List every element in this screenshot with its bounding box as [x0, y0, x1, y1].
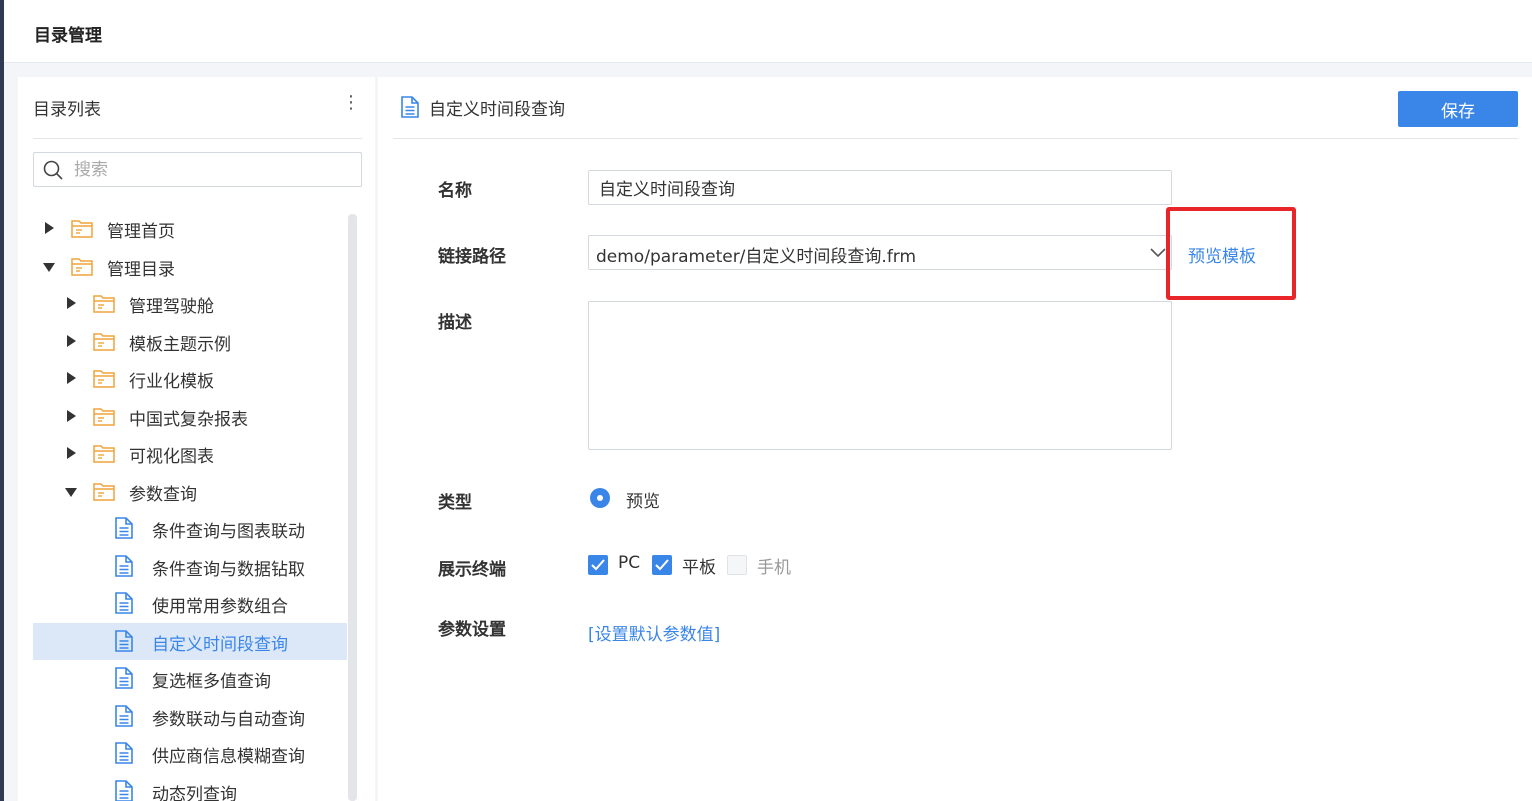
chevron-down-icon[interactable]	[1149, 244, 1167, 262]
type-option-label: 预览	[626, 492, 660, 512]
document-icon	[115, 667, 133, 689]
tree-folder-item[interactable]: 管理驾驶舱	[33, 285, 347, 322]
page-title: 目录管理	[34, 26, 102, 46]
document-icon	[115, 704, 133, 727]
detail-title: 自定义时间段查询	[429, 100, 565, 120]
terminal-label: 展示终端	[438, 560, 506, 580]
caret-right-icon[interactable]	[67, 297, 76, 309]
document-icon	[115, 629, 133, 652]
tree-folder-item[interactable]: 模板主题示例	[33, 323, 347, 360]
directory-panel: 目录列表 ⋮ 管理首页管理目录管理驾驶舱模板主题示例行业化模板中国式复杂报表可视…	[18, 77, 375, 801]
name-input[interactable]	[588, 170, 1172, 205]
tree-scrollbar[interactable]	[348, 214, 357, 801]
search-box[interactable]	[33, 152, 362, 187]
tree-folder-item[interactable]: 行业化模板	[33, 360, 347, 397]
search-icon	[43, 160, 63, 180]
directory-tree: 管理首页管理目录管理驾驶舱模板主题示例 行业化模板中国式复杂报表 可视化图表参数查询…	[33, 210, 347, 801]
detail-panel: 自定义时间段查询 保存 名称 链接路径 demo/parameter/自定义时间…	[378, 77, 1532, 801]
document-icon	[115, 742, 133, 764]
folder-icon	[93, 295, 115, 313]
document-icon	[115, 592, 133, 614]
checkbox-mobile[interactable]	[727, 555, 747, 575]
tree-folder-item[interactable]: 可视化图表	[33, 435, 347, 472]
caret-right-icon[interactable]	[67, 447, 76, 459]
folder-icon	[93, 482, 115, 501]
tree-item-label: 条件查询与数据钻取	[152, 559, 305, 580]
tree-file-item[interactable]: 供应商信息模糊查询	[33, 735, 347, 772]
folder-icon	[71, 257, 93, 276]
tree-file-item[interactable]: 复选框多值查询	[33, 660, 347, 697]
check-icon	[655, 559, 669, 571]
tree-file-item[interactable]: 参数联动与自动查询	[33, 698, 347, 735]
checkbox-pc[interactable]	[588, 555, 608, 575]
terminal-pc-label: PC	[618, 553, 641, 573]
document-icon	[115, 779, 133, 801]
folder-icon	[93, 370, 115, 388]
path-select-value: demo/parameter/自定义时间段查询.frm	[596, 247, 917, 267]
name-label: 名称	[438, 181, 472, 201]
tree-item-label: 模板主题示例	[129, 334, 231, 355]
caret-down-icon[interactable]	[43, 262, 55, 272]
set-default-params-link[interactable]: [设置默认参数值]	[588, 620, 720, 645]
tree-folder-item[interactable]: 参数查询	[33, 473, 347, 510]
caret-right-icon[interactable]	[67, 334, 76, 347]
path-label: 链接路径	[438, 247, 506, 267]
tree-file-item[interactable]: 条件查询与图表联动	[33, 510, 347, 547]
tree-item-label: 管理驾驶舱	[129, 297, 214, 317]
check-icon	[591, 559, 605, 571]
description-label: 描述	[438, 313, 472, 333]
tree-item-label: 参数查询	[129, 484, 197, 505]
tree-folder-item[interactable]: 中国式复杂报表	[33, 398, 347, 435]
more-options-icon[interactable]: ⋮	[342, 93, 360, 113]
checkbox-tablet[interactable]	[652, 555, 672, 575]
folder-icon	[93, 407, 115, 426]
preview-template-link[interactable]: 预览模板	[1188, 242, 1256, 267]
tree-folder-item[interactable]: 管理首页	[33, 210, 347, 247]
tree-item-label: 可视化图表	[129, 447, 214, 467]
caret-down-icon[interactable]	[65, 487, 77, 497]
terminal-tablet-label: 平板	[682, 558, 716, 578]
tree-item-label: 中国式复杂报表	[129, 409, 248, 430]
terminal-mobile-label: 手机	[757, 558, 791, 578]
tree-item-label: 自定义时间段查询	[152, 634, 288, 655]
directory-list-title: 目录列表	[33, 100, 101, 120]
document-icon	[115, 517, 133, 539]
params-label: 参数设置	[438, 620, 506, 640]
tree-item-label: 使用常用参数组合	[152, 597, 288, 617]
caret-right-icon[interactable]	[45, 222, 54, 234]
tree-file-item[interactable]: 条件查询与数据钻取	[33, 548, 347, 585]
tree-item-label: 动态列查询	[152, 784, 237, 801]
description-textarea[interactable]	[588, 301, 1172, 450]
folder-icon	[93, 332, 115, 351]
search-input[interactable]	[74, 158, 344, 182]
tree-item-label: 供应商信息模糊查询	[152, 747, 305, 767]
folder-icon	[93, 445, 115, 463]
tree-item-label: 管理目录	[107, 259, 175, 280]
tree-item-label: 条件查询与图表联动	[152, 522, 305, 542]
tree-item-label: 行业化模板	[129, 372, 214, 392]
type-radio-preview[interactable]	[590, 488, 610, 508]
path-select[interactable]: demo/parameter/自定义时间段查询.frm	[588, 235, 1172, 270]
save-button[interactable]: 保存	[1398, 91, 1518, 127]
tree-file-item[interactable]: 动态列查询	[33, 773, 347, 801]
caret-right-icon[interactable]	[67, 372, 76, 384]
top-bar: 目录管理	[4, 0, 1532, 63]
app-sidebar-edge	[0, 0, 4, 801]
tree-item-label: 参数联动与自动查询	[152, 709, 305, 730]
folder-icon	[71, 220, 93, 238]
tree-item-label: 复选框多值查询	[152, 672, 271, 692]
type-label: 类型	[438, 493, 472, 513]
tree-file-item[interactable]: 使用常用参数组合	[33, 585, 347, 622]
document-icon	[115, 554, 133, 577]
caret-right-icon[interactable]	[67, 409, 76, 422]
directory-panel-header: 目录列表 ⋮	[33, 77, 362, 139]
tree-file-item[interactable]: 自定义时间段查询	[33, 622, 347, 660]
tree-folder-item[interactable]: 管理目录	[33, 248, 347, 285]
document-icon	[401, 96, 419, 118]
detail-header: 自定义时间段查询 保存	[393, 77, 1518, 139]
tree-item-label: 管理首页	[107, 222, 175, 242]
